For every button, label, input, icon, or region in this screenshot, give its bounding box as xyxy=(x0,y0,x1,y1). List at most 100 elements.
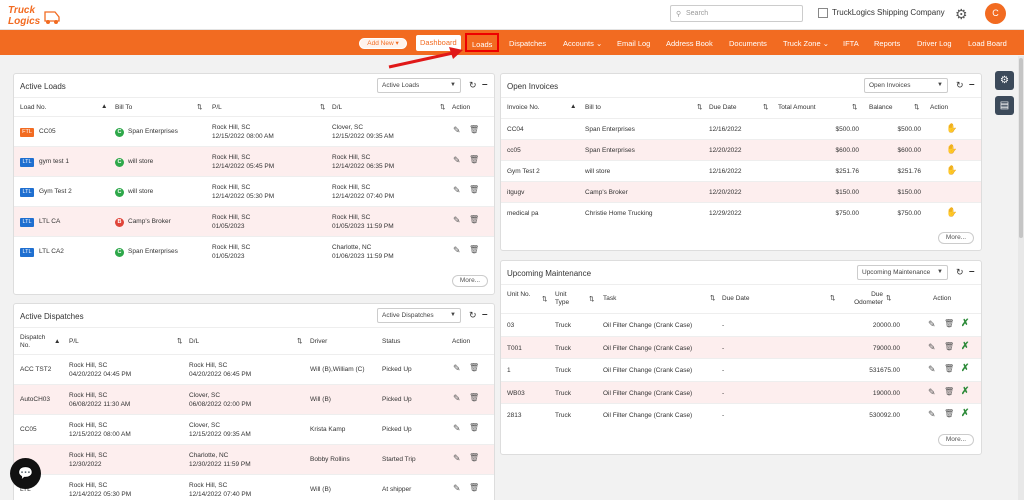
sort-icon[interactable]: ▲ xyxy=(54,338,60,345)
trash-icon[interactable]: 🗑 xyxy=(469,125,479,134)
sort-icon[interactable]: ⇅ xyxy=(589,295,594,303)
nav-accounts[interactable]: Accounts ⌄ xyxy=(563,39,602,48)
table-row[interactable]: itgugv Camp's Broker 12/20/2022 $150.00 $150… xyxy=(501,181,981,202)
nav-loads[interactable]: Loads xyxy=(465,33,500,52)
table-row[interactable]: medical pa Christie Home Trucking 12/29/20… xyxy=(501,202,981,223)
refresh-icon[interactable]: ↻ xyxy=(956,80,964,91)
edit-icon[interactable]: ✎ xyxy=(453,185,461,196)
edit-icon[interactable]: ✎ xyxy=(453,155,461,166)
col-driver[interactable]: Driver xyxy=(310,338,327,345)
minimize-icon[interactable]: – xyxy=(969,79,975,90)
active-loads-select[interactable]: Active Loads ▼ xyxy=(377,78,461,93)
col-due-odometer[interactable]: Due Odometer xyxy=(843,291,883,307)
nav-truck-zone[interactable]: Truck Zone ⌄ xyxy=(783,39,829,48)
payment-icon[interactable]: ✋ xyxy=(946,144,957,155)
refresh-icon[interactable]: ↻ xyxy=(469,80,477,91)
col-bill-to[interactable]: Bill to xyxy=(585,104,601,111)
col-bill-to[interactable]: Bill To xyxy=(115,104,132,111)
col-task[interactable]: Task xyxy=(603,295,616,302)
company-selector[interactable]: TruckLogics Shipping Company xyxy=(818,8,945,18)
unit-no[interactable]: WB03 xyxy=(507,389,525,398)
edit-icon[interactable]: ✎ xyxy=(928,342,936,353)
more-button[interactable]: More... xyxy=(938,434,974,446)
invoice-no[interactable]: CC04 xyxy=(507,125,524,134)
unit-no[interactable]: 2813 xyxy=(507,411,521,420)
sort-icon[interactable]: ⇅ xyxy=(710,294,715,302)
table-row[interactable]: CC05 Rock Hill, SC 12/15/2022 08:00 AM Clov… xyxy=(14,414,494,444)
col-invoice-no[interactable]: Invoice No. xyxy=(507,104,540,111)
col-status[interactable]: Status xyxy=(382,338,400,345)
table-row[interactable]: LTL LTL CA B Camp's Broker Rock Hill, SC 01/0… xyxy=(14,206,494,236)
unit-no[interactable]: 03 xyxy=(507,321,514,330)
nav-documents[interactable]: Documents xyxy=(729,39,767,48)
table-row[interactable]: WB03 Truck Oil Filter Change (Crank Case) -… xyxy=(501,380,981,403)
upcoming-maintenance-select[interactable]: Upcoming Maintenance ▼ xyxy=(857,265,948,280)
col-dl[interactable]: D/L xyxy=(189,338,199,345)
col-dl[interactable]: D/L xyxy=(332,104,342,111)
load-no[interactable]: gym test 1 xyxy=(39,158,69,165)
trash-icon[interactable]: 🗑 xyxy=(469,483,479,492)
nav-reports[interactable]: Reports xyxy=(874,39,900,48)
col-total-amount[interactable]: Total Amount xyxy=(778,104,816,111)
sort-icon[interactable]: ⇅ xyxy=(197,103,202,111)
table-row[interactable]: LTL gym test 1 Cwill store Rock Hill, SC 12/… xyxy=(14,146,494,176)
sort-icon[interactable]: ⇅ xyxy=(852,103,857,111)
trash-icon[interactable]: 🗑 xyxy=(469,393,479,402)
dispatch-no[interactable]: AutoCH03 xyxy=(20,395,50,404)
col-pl[interactable]: P/L xyxy=(69,338,79,345)
unit-no[interactable]: 1 xyxy=(507,366,511,375)
col-load-no[interactable]: Load No. xyxy=(20,104,46,111)
more-button[interactable]: More... xyxy=(938,232,974,244)
trash-icon[interactable]: 🗑 xyxy=(469,245,479,254)
sort-icon[interactable]: ⇅ xyxy=(177,337,182,345)
edit-icon[interactable]: ✎ xyxy=(453,423,461,434)
edit-icon[interactable]: ✎ xyxy=(928,409,936,420)
trash-icon[interactable]: 🗑 xyxy=(469,215,479,224)
mark-complete-wrench-icon[interactable]: ✗ xyxy=(961,386,969,397)
refresh-icon[interactable]: ↻ xyxy=(956,267,964,278)
mark-complete-wrench-icon[interactable]: ✗ xyxy=(961,408,969,419)
sort-icon[interactable]: ⇅ xyxy=(763,103,768,111)
trash-icon[interactable]: 🗑 xyxy=(944,409,954,418)
edit-icon[interactable]: ✎ xyxy=(453,215,461,226)
chat-icon[interactable]: 💬 xyxy=(10,458,41,489)
table-row[interactable]: 03 Truck Oil Filter Change (Crank Case) - 20… xyxy=(501,313,981,336)
sort-icon[interactable]: ▲ xyxy=(570,103,576,110)
edit-icon[interactable]: ✎ xyxy=(453,245,461,256)
edit-icon[interactable]: ✎ xyxy=(928,387,936,398)
nav-dispatches[interactable]: Dispatches xyxy=(509,39,546,48)
edit-icon[interactable]: ✎ xyxy=(928,319,936,330)
sort-icon[interactable]: ▲ xyxy=(101,103,107,110)
mark-complete-wrench-icon[interactable]: ✗ xyxy=(961,318,969,329)
trash-icon[interactable]: 🗑 xyxy=(944,364,954,373)
table-row[interactable]: T001 Truck Oil Filter Change (Crank Case) -… xyxy=(501,335,981,358)
col-unit-type[interactable]: Unit Type xyxy=(555,291,577,307)
col-balance[interactable]: Balance xyxy=(869,104,893,111)
payment-icon[interactable]: ✋ xyxy=(946,165,957,176)
search-input[interactable]: ⚲ Search xyxy=(670,5,803,22)
table-row[interactable]: cc05 Span Enterprises 12/20/2022 $600.00 $60… xyxy=(501,139,981,160)
load-no[interactable]: LTL CA2 xyxy=(39,248,64,255)
table-row[interactable]: LTL Rock Hill, SC 12/14/2022 05:30 PM Rock … xyxy=(14,474,494,500)
user-avatar[interactable]: C xyxy=(985,3,1006,24)
trash-icon[interactable]: 🗑 xyxy=(944,387,954,396)
table-row[interactable]: CC04 Span Enterprises 12/16/2022 $500.00 $50… xyxy=(501,118,981,139)
nav-email-log[interactable]: Email Log xyxy=(617,39,650,48)
invoice-no[interactable]: medical pa xyxy=(507,209,538,218)
edit-icon[interactable]: ✎ xyxy=(453,363,461,374)
payment-icon[interactable]: ✋ xyxy=(946,123,957,134)
table-row[interactable]: Gym Test 2 will store 12/16/2022 $251.76 $25… xyxy=(501,160,981,181)
active-dispatches-select[interactable]: Active Dispatches ▼ xyxy=(377,308,461,323)
side-settings-icon[interactable]: ⚙ xyxy=(995,71,1014,90)
edit-icon[interactable]: ✎ xyxy=(453,125,461,136)
table-row[interactable]: FTL CC05 C Span Enterprises Rock Hill, SC 12/… xyxy=(14,116,494,146)
nav-ifta[interactable]: IFTA xyxy=(843,39,859,48)
table-row[interactable]: LTL Gym Test 2 Cwill store Rock Hill, SC 12/… xyxy=(14,176,494,206)
minimize-icon[interactable]: – xyxy=(482,79,488,90)
settings-gear-icon[interactable]: ⚙ xyxy=(955,6,968,23)
sort-icon[interactable]: ⇅ xyxy=(320,103,325,111)
nav-driver-log[interactable]: Driver Log xyxy=(917,39,952,48)
table-row[interactable]: Rock Hill, SC 12/30/2022 Charlotte, NC 12/3… xyxy=(14,444,494,474)
table-row[interactable]: ACC TST2 Rock Hill, SC 04/20/2022 04:45 PM… xyxy=(14,354,494,384)
col-pl[interactable]: P/L xyxy=(212,104,222,111)
